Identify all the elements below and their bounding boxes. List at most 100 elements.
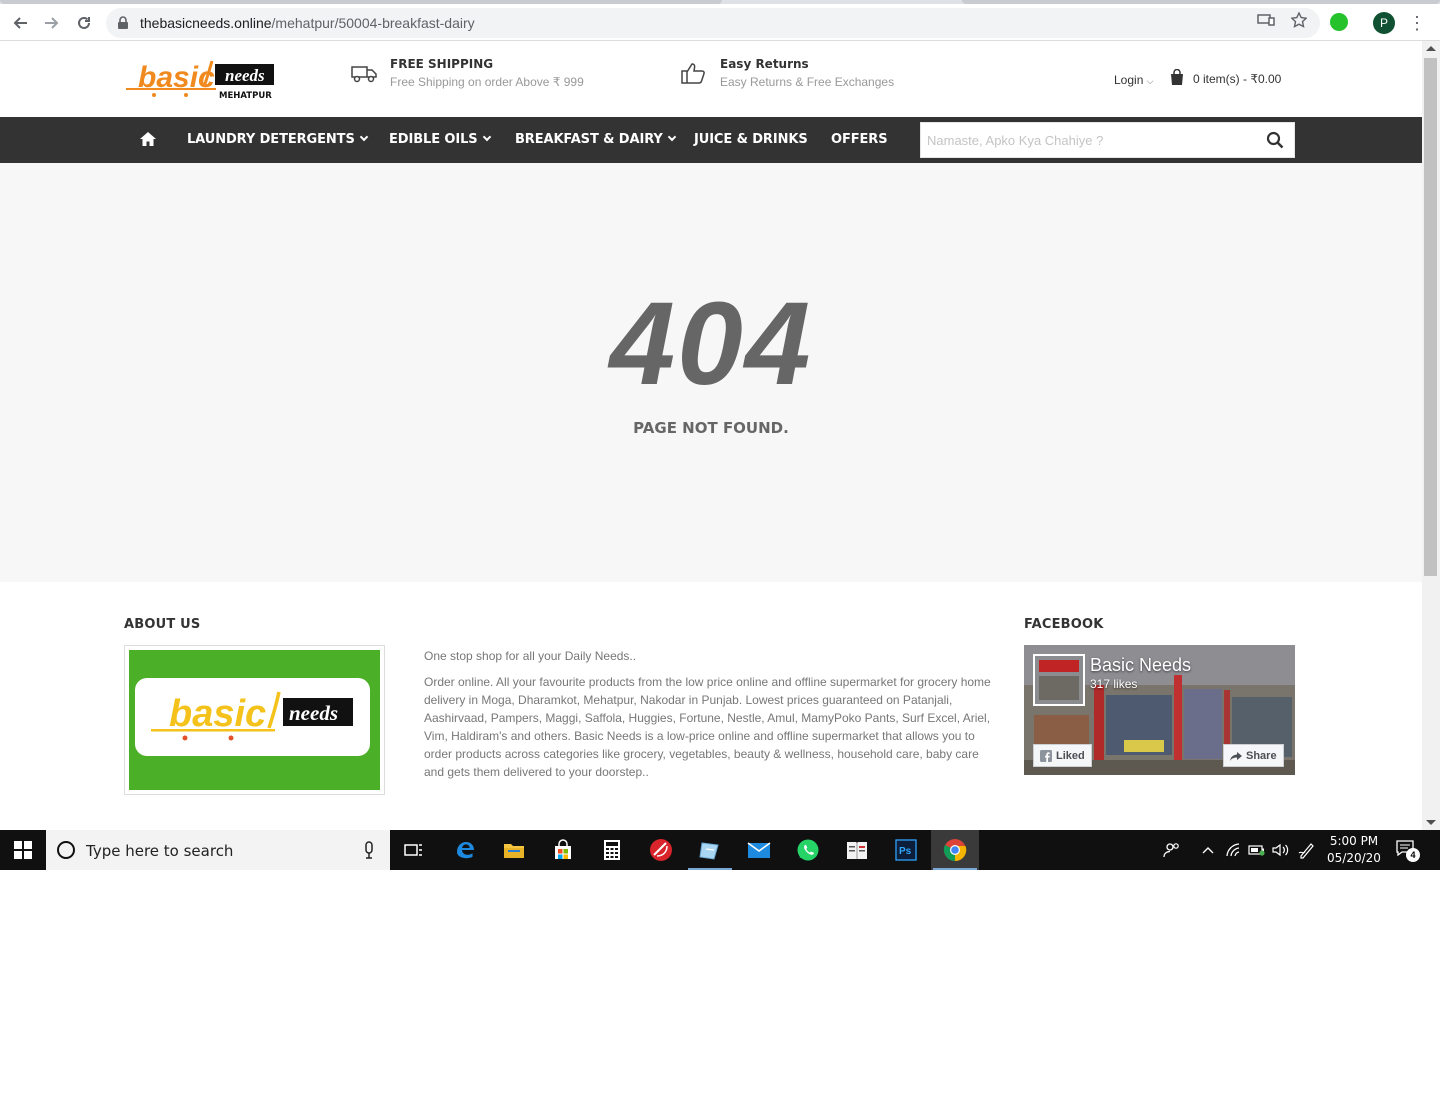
photoshop-icon[interactable]: Ps — [882, 830, 930, 870]
share-arrow-icon — [1230, 751, 1242, 761]
taskbar-clock[interactable]: 5:00 PM 05/20/20 — [1322, 833, 1386, 867]
footer: ABOUT US basic needs One stop shop for a… — [0, 582, 1422, 830]
volume-icon[interactable] — [1270, 830, 1292, 870]
mail-icon[interactable] — [735, 830, 783, 870]
thumbs-up-icon — [681, 63, 705, 84]
facebook-title: FACEBOOK — [1024, 617, 1104, 632]
nav-item-edible-oils[interactable]: EDIBLE OILS — [389, 132, 491, 147]
cart-summary[interactable]: 0 item(s) - ₹0.00 — [1170, 69, 1300, 89]
reload-icon[interactable] — [71, 10, 97, 36]
snipping-tool-icon[interactable] — [686, 830, 734, 870]
login-dropdown[interactable]: Login ⌵ — [1114, 73, 1154, 87]
facebook-likes-count: 317 likes — [1090, 677, 1138, 691]
chevron-down-icon — [359, 132, 368, 142]
windows-taskbar: Type here to search Ps 5:00 PM 05/20/20 … — [0, 830, 1440, 870]
page-viewport: basic needs MEHATPUR FREE SHIPPING Free … — [0, 41, 1422, 830]
about-logo-main-text: basic — [169, 693, 266, 735]
start-button[interactable] — [0, 830, 46, 870]
back-arrow-icon[interactable] — [7, 10, 33, 36]
error-code: 404 — [609, 278, 813, 410]
home-icon[interactable] — [139, 131, 157, 147]
nav-item-breakfast-dairy[interactable]: BREAKFAST & DAIRY — [515, 132, 676, 147]
logo-location-text: MEHATPUR — [219, 91, 272, 101]
truck-icon — [351, 66, 377, 83]
file-explorer-icon[interactable] — [490, 830, 538, 870]
page-scrollbar[interactable] — [1422, 41, 1440, 830]
nav-item-label: JUICE & DRINKS — [694, 132, 808, 147]
chevron-up-icon[interactable] — [1198, 830, 1218, 870]
whatsapp-icon[interactable] — [784, 830, 832, 870]
facebook-page-name[interactable]: Basic Needs — [1090, 655, 1191, 676]
pen-ink-icon[interactable] — [1296, 830, 1318, 870]
share-label: Share — [1246, 749, 1277, 762]
action-center-icon[interactable]: 4 — [1396, 840, 1420, 862]
taskbar-search-placeholder: Type here to search — [86, 842, 234, 860]
cortana-icon — [57, 841, 75, 859]
chevron-down-icon — [482, 132, 491, 142]
search-input[interactable] — [921, 123, 1251, 157]
logo-tag-text: needs — [225, 66, 265, 85]
scrollbar-thumb[interactable] — [1424, 58, 1437, 576]
nav-item-label: OFFERS — [831, 132, 888, 147]
nav-item-juice-drinks[interactable]: JUICE & DRINKS — [694, 132, 808, 147]
nav-item-offers[interactable]: OFFERS — [831, 132, 888, 147]
microsoft-store-icon[interactable] — [539, 830, 587, 870]
main-navigation: LAUNDRY DETERGENTS EDIBLE OILS BREAKFAST… — [0, 117, 1422, 163]
about-logo-graphic: basic needs — [151, 691, 353, 741]
taskbar-search-box[interactable]: Type here to search — [46, 830, 390, 870]
nav-item-laundry-detergents[interactable]: LAUNDRY DETERGENTS — [187, 132, 368, 147]
notebook-app-icon[interactable] — [833, 830, 881, 870]
search-icon[interactable] — [1266, 131, 1284, 149]
nav-item-label: BREAKFAST & DAIRY — [515, 132, 663, 147]
people-icon[interactable] — [1160, 830, 1184, 870]
battery-icon[interactable] — [1246, 830, 1268, 870]
bookmark-star-icon[interactable] — [1289, 10, 1309, 30]
about-us-title: ABOUT US — [124, 617, 201, 632]
facebook-page-avatar — [1033, 654, 1085, 706]
scroll-down-arrow-icon[interactable] — [1426, 820, 1436, 825]
wifi-icon[interactable] — [1223, 830, 1243, 870]
about-paragraph: One stop shop for all your Daily Needs.. — [424, 649, 637, 663]
chevron-down-icon: ⌵ — [1146, 76, 1154, 86]
login-label: Login — [1114, 73, 1144, 87]
scroll-up-arrow-icon[interactable] — [1426, 46, 1436, 51]
nav-item-label: LAUNDRY DETERGENTS — [187, 132, 355, 147]
nav-item-label: EDIBLE OILS — [389, 132, 478, 147]
facebook-liked-button[interactable]: Liked — [1033, 744, 1092, 767]
forward-arrow-icon[interactable] — [39, 10, 65, 36]
cart-text: 0 item(s) - ₹0.00 — [1193, 72, 1282, 86]
browser-menu-icon[interactable]: ⋮ — [1408, 12, 1426, 34]
notification-count-badge: 4 — [1406, 848, 1420, 862]
extension-icon[interactable] — [1330, 13, 1348, 31]
profile-avatar[interactable]: P — [1373, 12, 1395, 34]
about-paragraph: Order online. All your favourite product… — [424, 675, 991, 779]
about-logo-image: basic needs — [124, 645, 385, 795]
chrome-browser-icon[interactable] — [931, 830, 979, 870]
svg-text:Ps: Ps — [899, 846, 912, 857]
browser-toolbar: thebasicneeds.online/mehatpur/50004-brea… — [0, 4, 1440, 41]
facebook-share-button[interactable]: Share — [1223, 744, 1284, 767]
site-logo[interactable]: basic needs MEHATPUR — [124, 57, 276, 101]
url-host: thebasicneeds.online — [140, 15, 272, 31]
facebook-logo-icon — [1040, 749, 1052, 762]
cast-icon[interactable] — [1256, 10, 1276, 30]
facebook-page-widget[interactable]: Basic Needs 317 likes Liked Share — [1024, 645, 1295, 775]
calculator-icon[interactable] — [588, 830, 636, 870]
edge-browser-icon[interactable] — [441, 830, 489, 870]
clock-date: 05/20/20 — [1327, 851, 1381, 865]
error-message: PAGE NOT FOUND. — [633, 419, 789, 437]
windows-logo-icon — [14, 841, 32, 859]
microphone-icon[interactable] — [364, 841, 374, 859]
lock-icon — [118, 16, 128, 29]
site-search — [920, 122, 1295, 158]
address-bar[interactable]: thebasicneeds.online/mehatpur/50004-brea… — [106, 8, 1320, 38]
chevron-down-icon — [667, 132, 676, 142]
liked-label: Liked — [1056, 749, 1085, 762]
task-view-icon[interactable] — [390, 830, 438, 870]
returns-subtitle: Easy Returns & Free Exchanges — [720, 75, 895, 89]
red-app-icon[interactable] — [637, 830, 685, 870]
url-text: thebasicneeds.online/mehatpur/50004-brea… — [140, 15, 475, 31]
about-text: One stop shop for all your Daily Needs..… — [424, 647, 999, 789]
shopping-bag-icon — [1171, 69, 1183, 85]
about-logo-tag-text: needs — [289, 701, 338, 725]
